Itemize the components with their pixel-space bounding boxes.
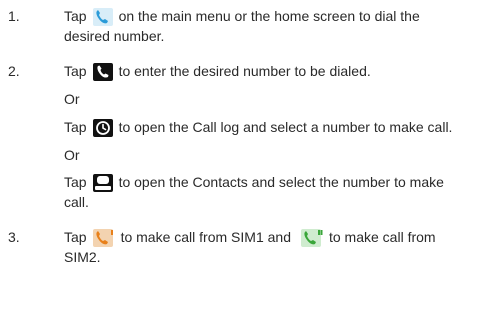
step-2-alt-2-line-2: call. (64, 194, 89, 210)
step-1-line-1: Tap on the main menu or the home screen … (64, 7, 420, 26)
step-2-alt-1: Tap to open the Call log and select a nu… (64, 118, 452, 137)
clock-icon (92, 119, 113, 137)
sim1-call-icon (92, 229, 115, 247)
or-text: Or (64, 147, 80, 163)
phone-handset-icon (92, 63, 113, 81)
contact-person-icon (92, 174, 113, 192)
step-text: on the main menu or the home screen to d… (118, 8, 420, 24)
step-text: to open the Call log and select a number… (118, 119, 453, 135)
step-text: Tap (64, 8, 87, 24)
sim2-call-icon (300, 229, 323, 247)
step-text: Tap (64, 63, 87, 79)
or-text: Or (64, 91, 80, 107)
step-number: 1. (8, 8, 20, 24)
step-text: to enter the desired number to be dialed… (118, 63, 371, 79)
step-3-line-1: Tap to make call from SIM1 and to make c… (64, 228, 436, 247)
dialer-app-icon (92, 8, 113, 26)
step-text: Tap (64, 119, 87, 135)
step-text: to open the Contacts and select the numb… (118, 174, 444, 190)
step-text: Tap (64, 229, 87, 245)
step-1-line-2: desired number. (64, 28, 165, 44)
step-3-line-2: SIM2. (64, 249, 101, 265)
step-2-alt-2-line-1: Tap to open the Contacts and select the … (64, 173, 444, 192)
step-text: to make call from (328, 229, 436, 245)
step-text: Tap (64, 174, 87, 190)
step-text: to make call from SIM1 and (120, 229, 291, 245)
step-2-line-1: Tap to enter the desired number to be di… (64, 62, 371, 81)
step-number: 3. (8, 229, 20, 245)
step-number: 2. (8, 63, 20, 79)
